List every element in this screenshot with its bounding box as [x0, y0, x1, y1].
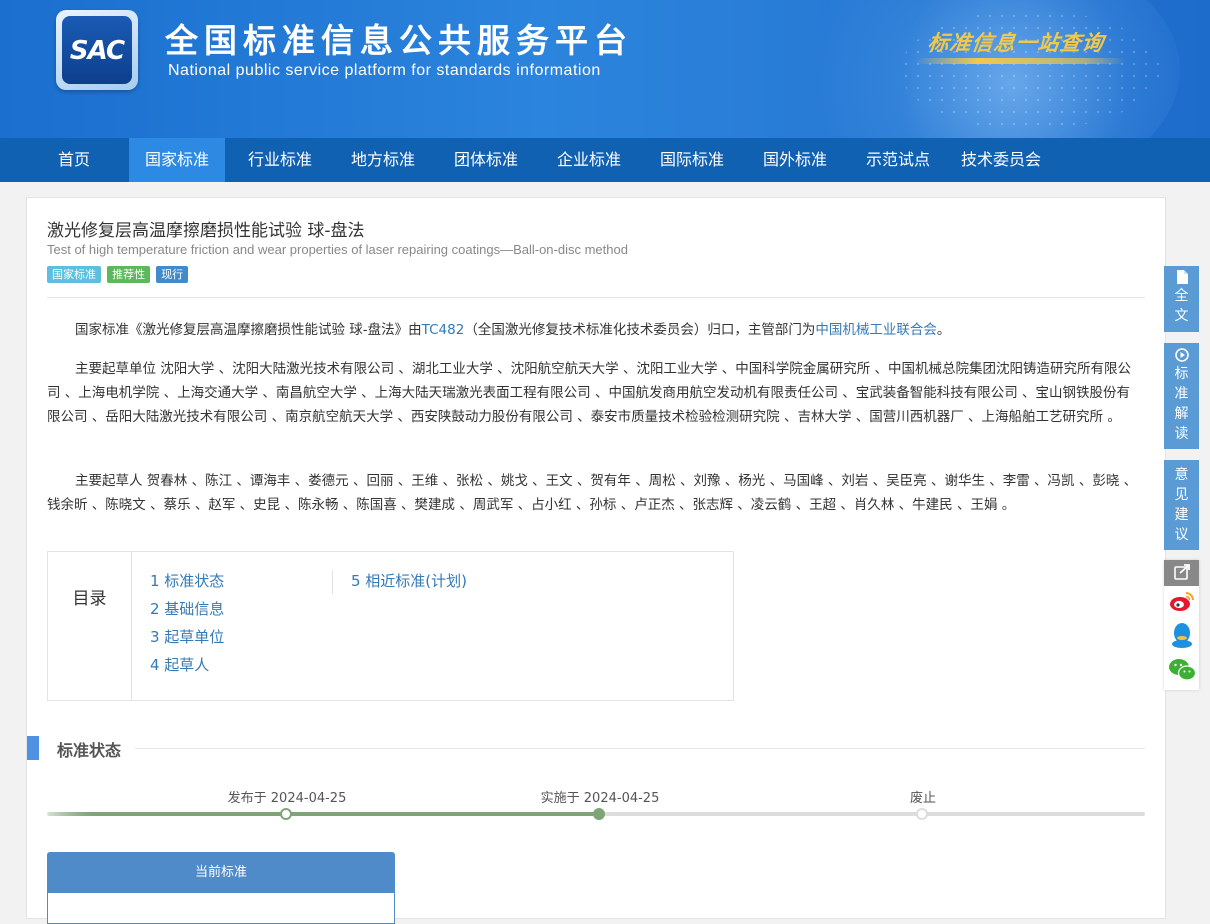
standard-title-en: Test of high temperature friction and we… [47, 242, 628, 257]
standard-title-cn: 激光修复层高温摩擦磨损性能试验 球-盘法 [47, 221, 365, 241]
nav-international-standards[interactable]: 国际标准 [648, 138, 736, 182]
standard-detail-card: 激光修复层高温摩擦磨损性能试验 球-盘法 Test of high temper… [26, 197, 1166, 924]
nav-technical-committees[interactable]: 技术委员会 [951, 138, 1051, 182]
full-text-button[interactable]: 全文 [1164, 266, 1199, 332]
document-icon [1176, 270, 1188, 284]
current-standard-box: 当前标准 [47, 852, 395, 924]
interpretation-button[interactable]: 标准解读 [1164, 343, 1199, 449]
play-circle-icon [1174, 348, 1189, 362]
logo-text: SAC [69, 36, 125, 66]
section-rule [135, 748, 1145, 749]
toc-item-drafting-units[interactable]: 3 起草单位 [150, 626, 224, 647]
nav-local-standards[interactable]: 地方标准 [339, 138, 427, 182]
wechat-icon[interactable] [1168, 658, 1196, 682]
published-dot [280, 808, 292, 820]
slogan-underline [915, 58, 1125, 64]
nav-group-standards[interactable]: 团体标准 [442, 138, 530, 182]
full-text-label: 全文 [1174, 288, 1189, 324]
abolished-dot [916, 808, 928, 820]
site-header: SAC 全国标准信息公共服务平台 National public service… [0, 0, 1210, 138]
tc-name: （全国激光修复技术标准化技术委员会）归口，主管部门为 [464, 322, 816, 338]
sac-logo[interactable]: SAC [56, 10, 138, 90]
drafters-paragraph: 主要起草人 贺春林 、陈江 、谭海丰 、娄德元 、回丽 、王维 、张松 、姚戈 … [47, 473, 1138, 513]
tag-current: 现行 [156, 266, 189, 283]
status-timeline-progress [47, 812, 600, 816]
weibo-icon[interactable] [1169, 590, 1195, 612]
status-section-header: 标准状态 [27, 736, 1165, 760]
intro-suffix: 。 [936, 322, 951, 338]
section-marker [27, 736, 39, 760]
slogan: 标准信息一站查询 [926, 30, 1106, 55]
nav-demo-pilots[interactable]: 示范试点 [854, 138, 942, 182]
divider [47, 297, 1145, 298]
nav-industry-standards[interactable]: 行业标准 [236, 138, 324, 182]
qq-icon[interactable] [1169, 622, 1195, 650]
nav-enterprise-standards[interactable]: 企业标准 [545, 138, 633, 182]
main-nav: 首页 国家标准 行业标准 地方标准 团体标准 企业标准 国际标准 国外标准 示范… [0, 138, 1210, 182]
intro-paragraph: 国家标准《激光修复层高温摩擦磨损性能试验 球-盘法》由TC482（全国激光修复技… [47, 318, 1139, 342]
nav-home[interactable]: 首页 [46, 138, 102, 182]
status-tags: 国家标准 推荐性 现行 [47, 263, 189, 283]
intro-prefix: 国家标准《激光修复层高温摩擦磨损性能试验 球-盘法》由 [75, 322, 422, 338]
nav-foreign-standards[interactable]: 国外标准 [751, 138, 839, 182]
toc-separator [332, 570, 333, 594]
published-label: 发布于 2024-04-25 [227, 791, 347, 806]
toc-item-status[interactable]: 1 标准状态 [150, 570, 224, 591]
table-of-contents: 目录 1 标准状态 2 基础信息 3 起草单位 4 起草人 5 相近标准(计划) [47, 551, 734, 701]
tag-national-standard: 国家标准 [47, 266, 101, 283]
site-title: 全国标准信息公共服务平台 [165, 21, 633, 60]
tag-recommended: 推荐性 [107, 266, 151, 283]
tc-link[interactable]: TC482 [422, 322, 465, 338]
nav-national-standards[interactable]: 国家标准 [129, 138, 225, 182]
abolished-label: 废止 [909, 791, 936, 806]
share-icon [1174, 564, 1190, 580]
feedback-button[interactable]: 意见建议 [1164, 460, 1199, 550]
implemented-dot [593, 808, 605, 820]
share-panel [1164, 560, 1199, 690]
feedback-label: 意见建议 [1174, 467, 1189, 543]
toc-item-drafters[interactable]: 4 起草人 [150, 654, 209, 675]
current-standard-header: 当前标准 [48, 853, 394, 893]
interpretation-label: 标准解读 [1174, 366, 1189, 442]
site-subtitle: National public service platform for sta… [168, 62, 601, 79]
toc-item-related-standards[interactable]: 5 相近标准(计划) [351, 570, 467, 591]
share-header[interactable] [1164, 560, 1199, 586]
implemented-label: 实施于 2024-04-25 [540, 791, 660, 806]
department-link[interactable]: 中国机械工业联合会 [815, 322, 937, 338]
toc-item-basic-info[interactable]: 2 基础信息 [150, 598, 224, 619]
drafting-units-paragraph: 主要起草单位 沈阳大学 、沈阳大陆激光技术有限公司 、湖北工业大学 、沈阳航空航… [47, 361, 1132, 425]
status-section-title: 标准状态 [57, 741, 122, 760]
toc-label: 目录 [48, 552, 132, 700]
